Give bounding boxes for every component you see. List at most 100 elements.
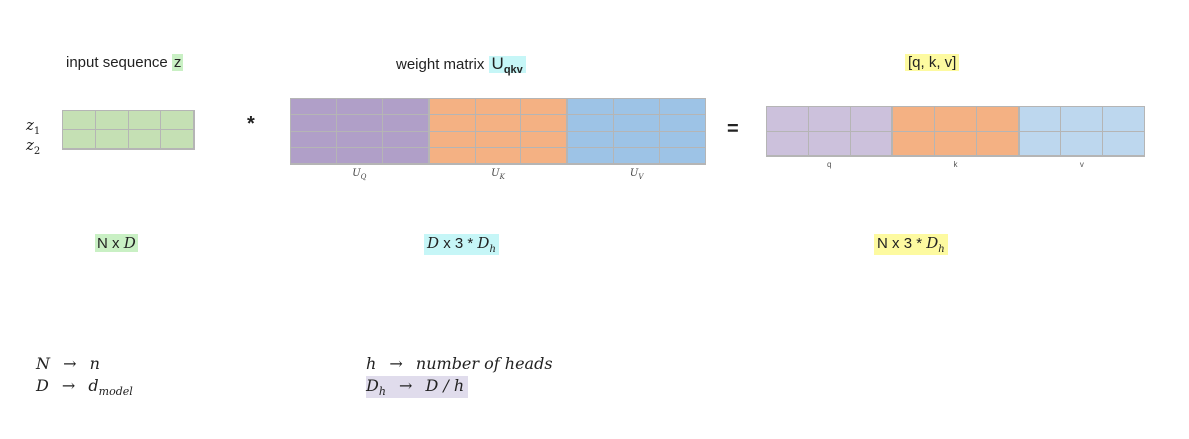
weight-matrix-header: weight matrix Uqkv (396, 54, 526, 76)
arrow-icon: → (63, 354, 77, 373)
output-dimension: N x 3 * Dh (874, 234, 948, 255)
legend-d: D → dmodel (36, 376, 133, 398)
weight-block-label-var: U (352, 168, 361, 179)
arrow-icon: → (399, 376, 413, 395)
weight-header-text: weight matrix (396, 56, 485, 73)
output-block-v (1018, 106, 1145, 157)
weight-var: Uqkv (488, 54, 526, 76)
matrix-cell (128, 111, 162, 130)
weight-dimension: D x 3 * Dh (424, 234, 499, 255)
matrix-cell (63, 130, 96, 149)
matrix-cell (808, 107, 851, 132)
output-dim-dh-sub: h (938, 244, 945, 255)
matrix-cell (976, 131, 1019, 156)
matrix-cell (1103, 131, 1145, 156)
legend-dh-left-sub: h (378, 385, 386, 399)
matrix-cell (475, 115, 522, 132)
matrix-cell (291, 115, 337, 132)
legend-d-right-letter: d (88, 376, 99, 395)
matrix-cell (850, 131, 893, 156)
weight-dim-three: 3 (454, 235, 464, 252)
output-header: [q, k, v] (905, 54, 960, 71)
matrix-cell (1019, 107, 1062, 132)
matrix-cell (475, 131, 522, 148)
legend-d-left: D (36, 376, 49, 395)
legend-n-left: N (36, 354, 50, 373)
row-label-z2: z2 (26, 136, 40, 157)
matrix-cell (660, 99, 707, 116)
output-dim-n: N (877, 235, 888, 252)
matrix-cell (291, 99, 337, 116)
matrix-cell (521, 147, 568, 164)
output-block-label-v: v (1079, 160, 1084, 169)
matrix-cell (1103, 107, 1145, 132)
matrix-cell (850, 107, 893, 132)
matrix-cell (568, 131, 615, 148)
arrow-icon: → (61, 376, 76, 395)
matrix-cell (614, 99, 661, 116)
legend-d-right: dmodel (88, 376, 133, 399)
weight-dim-d: D (427, 234, 440, 252)
legend-h: h → number of heads (366, 354, 553, 373)
output-block-k (892, 106, 1019, 157)
output-matrix (766, 106, 1145, 157)
weight-block-label-k: UK (429, 168, 568, 181)
weight-dim-dh-sub: h (489, 244, 496, 255)
matrix-cell (161, 111, 194, 130)
matrix-cell (893, 131, 936, 156)
input-var-z: z (171, 54, 184, 71)
matrix-cell (429, 131, 476, 148)
matrix-cell (1019, 131, 1062, 156)
matrix-cell (161, 130, 194, 149)
matrix-cell (382, 115, 429, 132)
matrix-cell (521, 131, 568, 148)
matrix-cell (429, 147, 476, 164)
weight-block-q (290, 98, 429, 165)
output-block-q (766, 106, 893, 157)
matrix-cell (336, 115, 383, 132)
matrix-cell (660, 115, 707, 132)
weight-matrix (290, 98, 707, 165)
matrix-cell (660, 131, 707, 148)
legend-dh-left: Dh (366, 376, 386, 399)
row-label-z1: z1 (26, 116, 40, 137)
multiply-operator: * (247, 113, 255, 135)
matrix-cell (568, 99, 615, 116)
output-header-text: [q, k, v] (905, 54, 960, 71)
weight-block-label-var: U (491, 168, 500, 179)
legend-n: N → n (36, 354, 100, 373)
input-sequence-header: input sequence z (66, 54, 184, 71)
weight-dim-star: * (467, 235, 474, 252)
weight-block-label-sub: V (638, 173, 644, 181)
weight-block-labels: UQ UK UV (290, 168, 706, 181)
input-dimension: N x D (95, 234, 138, 252)
matrix-cell (521, 99, 568, 116)
matrix-cell (614, 115, 661, 132)
weight-dim-x: x (443, 235, 451, 252)
matrix-cell (893, 107, 936, 132)
matrix-cell (429, 99, 476, 116)
matrix-cell (63, 111, 96, 130)
weight-block-label-v: UV (567, 168, 706, 181)
output-dim-dh-letter: D (926, 234, 939, 252)
matrix-cell (382, 147, 429, 164)
matrix-cell (767, 107, 809, 132)
matrix-cell (291, 131, 337, 148)
legend-d-right-sub: model (98, 385, 133, 399)
legend-n-right: n (89, 354, 100, 373)
input-header-text: input sequence (66, 54, 168, 71)
row-label-z2-sub: 2 (33, 146, 41, 157)
matrix-cell (935, 107, 977, 132)
legend-h-left: h (366, 354, 377, 373)
input-dim-n: N (97, 235, 108, 252)
row-label-z1-var: z (26, 116, 34, 134)
matrix-cell (660, 147, 707, 164)
matrix-cell (128, 130, 162, 149)
input-matrix (62, 110, 195, 150)
weight-block-label-q: UQ (290, 168, 429, 181)
matrix-cell (475, 147, 522, 164)
matrix-cell (614, 147, 661, 164)
output-dim-three: 3 (903, 235, 913, 252)
equals-operator: = (727, 118, 739, 140)
legend-dh-left-letter: D (366, 376, 379, 395)
